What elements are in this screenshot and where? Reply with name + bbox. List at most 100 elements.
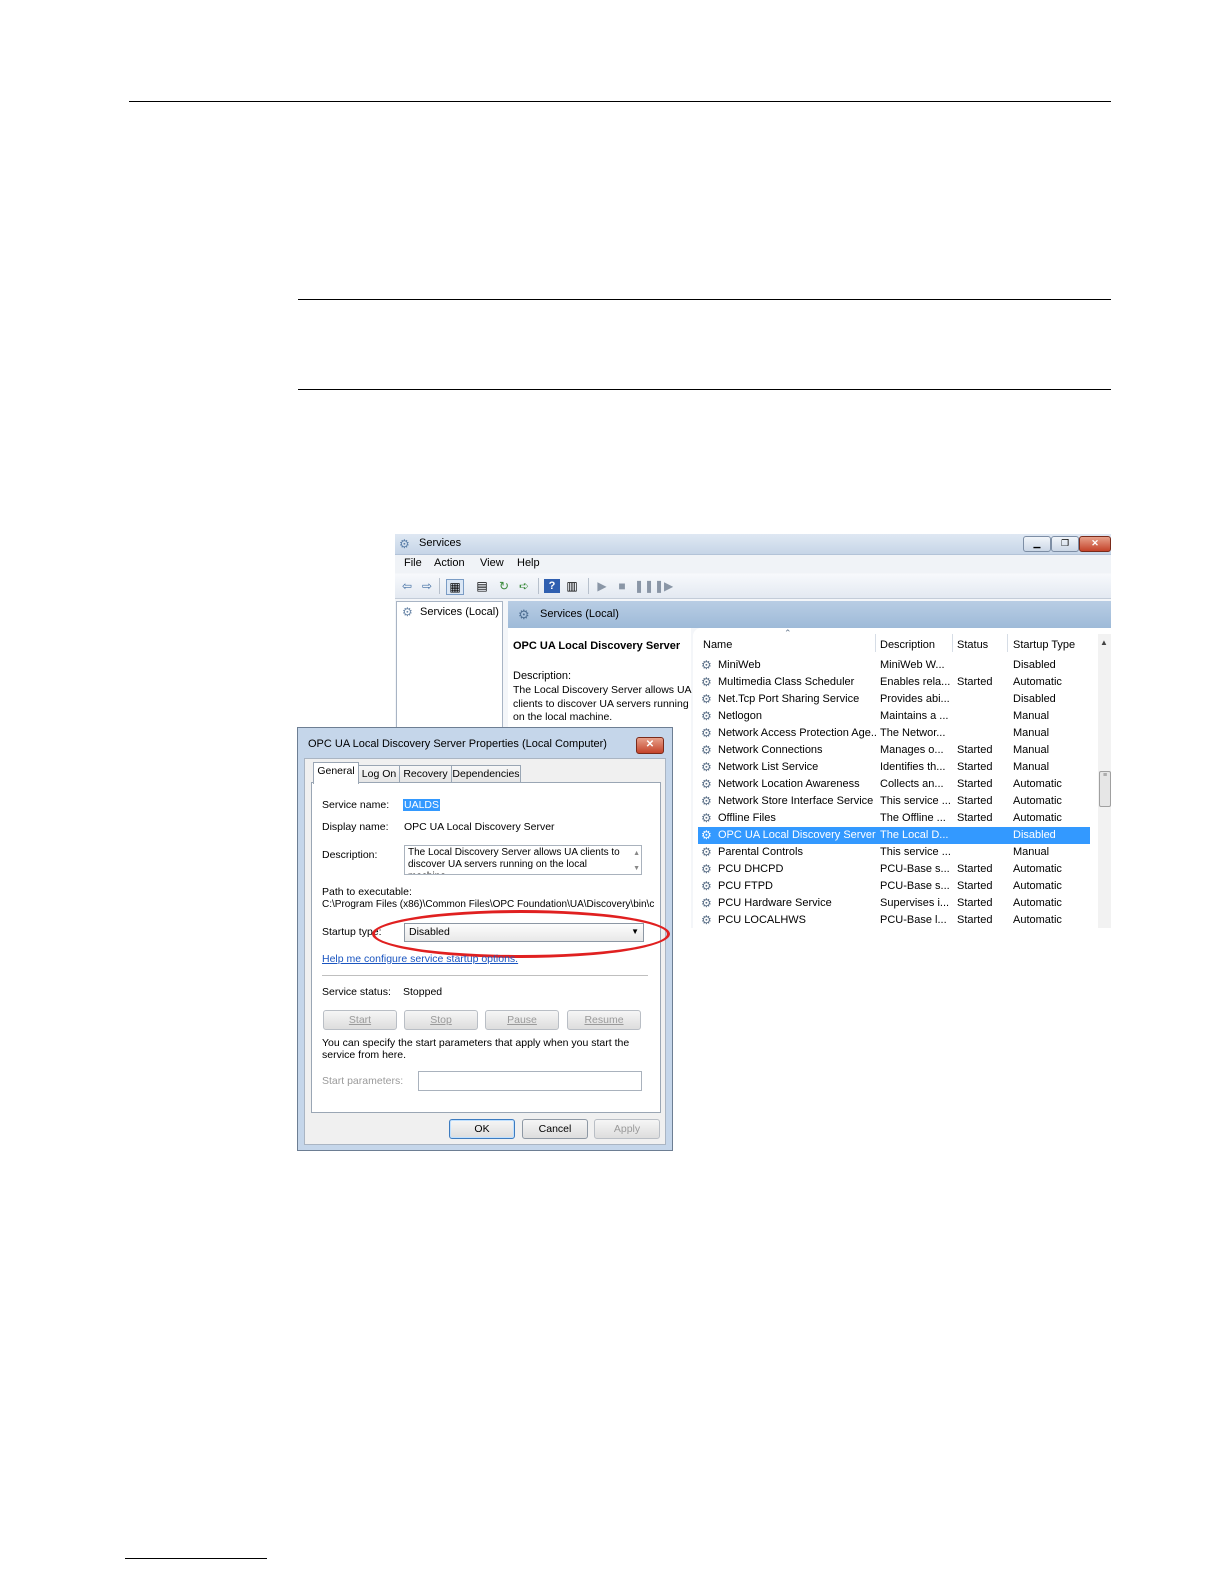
- service-row[interactable]: ⚙ Network Location Awareness Collects an..…: [698, 776, 1090, 793]
- service-name-cell: OPC UA Local Discovery Server: [718, 829, 876, 841]
- help-icon[interactable]: ?: [544, 579, 560, 593]
- service-name-cell: Parental Controls: [718, 846, 803, 858]
- service-description-cell: Collects an...: [880, 778, 944, 790]
- services-list: ⌃ Name Description Status Startup Type ⚙…: [693, 628, 1111, 928]
- service-description-cell: MiniWeb W...: [880, 659, 945, 671]
- service-gear-icon: ⚙: [701, 896, 712, 910]
- properties-icon[interactable]: ▤: [474, 579, 490, 593]
- service-description-cell: This service ...: [880, 795, 951, 807]
- service-row[interactable]: ⚙ PCU DHCPD PCU-Base s... Started Automatic: [698, 861, 1090, 878]
- stop-button[interactable]: Stop: [404, 1010, 478, 1030]
- tree-item-services-local[interactable]: Services (Local): [420, 606, 499, 618]
- action-pane-icon[interactable]: ▥: [564, 579, 580, 593]
- cancel-button[interactable]: Cancel: [522, 1119, 588, 1139]
- service-description-cell: PCU-Base l...: [880, 914, 947, 926]
- tab-general[interactable]: General: [313, 762, 359, 784]
- show-tree-icon[interactable]: ▦: [446, 579, 464, 595]
- service-row[interactable]: ⚙ Multimedia Class Scheduler Enables rela.…: [698, 674, 1090, 691]
- services-title-bar[interactable]: ⚙ Services ▁ ❐ ✕: [395, 534, 1111, 555]
- start-button-label: Start: [348, 1014, 372, 1026]
- scroll-up-icon[interactable]: ▲: [633, 848, 640, 860]
- minimize-button[interactable]: ▁: [1023, 536, 1051, 552]
- scroll-up-icon[interactable]: ▲: [1100, 638, 1108, 647]
- services-scrollbar[interactable]: ▲ ≡: [1098, 634, 1111, 928]
- service-description-cell: PCU-Base s...: [880, 880, 950, 892]
- tab-log-on[interactable]: Log On: [358, 765, 400, 783]
- pause-service-icon[interactable]: ❚❚: [634, 579, 654, 593]
- service-name-cell: Network Connections: [718, 744, 823, 756]
- restart-service-icon[interactable]: ❚▶: [654, 579, 673, 593]
- service-name-cell: Netlogon: [718, 710, 763, 722]
- ok-button[interactable]: OK: [449, 1119, 515, 1139]
- menu-help[interactable]: Help: [517, 557, 540, 569]
- menu-file[interactable]: File: [404, 557, 422, 569]
- service-gear-icon: ⚙: [701, 777, 712, 791]
- service-row[interactable]: ⚙ Network Store Interface Service This ser…: [698, 793, 1090, 810]
- service-name-cell: Net.Tcp Port Sharing Service: [718, 693, 860, 705]
- service-status-cell: Started: [957, 880, 993, 892]
- toolbar: ⇦ ⇨ ▦ ▤ ↻ ➪ ? ▥ ▶ ■ ❚❚ ❚▶: [395, 574, 1111, 599]
- service-row[interactable]: ⚙ Offline Files The Offline ... Started Auto…: [698, 810, 1090, 827]
- restore-button[interactable]: ❐: [1051, 536, 1079, 552]
- service-row[interactable]: ⚙ PCU LOCALHWS PCU-Base l... Started Automat…: [698, 912, 1090, 928]
- service-row[interactable]: ⚙ Network Access Protection Age... The Net…: [698, 725, 1090, 742]
- start-parameters-hint: You can specify the start parameters tha…: [322, 1037, 630, 1061]
- service-gear-icon: ⚙: [701, 709, 712, 723]
- column-header-name[interactable]: Name: [703, 639, 732, 651]
- description-label: Description:: [513, 670, 572, 682]
- description-field-text: The Local Discovery Server allows UA cli…: [408, 847, 620, 874]
- menu-action[interactable]: Action: [434, 557, 465, 569]
- pause-button[interactable]: Pause: [485, 1010, 559, 1030]
- start-service-icon[interactable]: ▶: [594, 579, 610, 593]
- display-name-label: Display name:: [322, 821, 389, 833]
- column-header-description[interactable]: Description: [880, 639, 935, 651]
- service-row[interactable]: ⚙ OPC UA Local Discovery Server The Local …: [698, 827, 1090, 844]
- services-gear-icon: ⚙: [518, 607, 530, 622]
- service-gear-icon: ⚙: [701, 692, 712, 706]
- service-row[interactable]: ⚙ Parental Controls This service ... Manual: [698, 844, 1090, 861]
- scroll-thumb[interactable]: ≡: [1099, 771, 1111, 807]
- service-status-cell: Started: [957, 676, 993, 688]
- service-row[interactable]: ⚙ Network Connections Manages o... Started M…: [698, 742, 1090, 759]
- export-list-icon[interactable]: ➪: [516, 579, 532, 593]
- services-window-title: Services: [419, 537, 462, 549]
- service-row[interactable]: ⚙ MiniWeb MiniWeb W... Disabled: [698, 657, 1090, 674]
- stop-service-icon[interactable]: ■: [614, 579, 630, 593]
- service-gear-icon: ⚙: [701, 862, 712, 876]
- service-startup-cell: Disabled: [1013, 659, 1056, 671]
- services-gear-icon: ⚙: [402, 605, 413, 619]
- startup-type-label: Startup type:: [322, 926, 382, 938]
- start-button[interactable]: Start: [323, 1010, 397, 1030]
- column-header-startup-type[interactable]: Startup Type: [1013, 639, 1075, 651]
- service-row[interactable]: ⚙ PCU Hardware Service Supervises i... Star…: [698, 895, 1090, 912]
- service-row[interactable]: ⚙ Network List Service Identifies th... Sta…: [698, 759, 1090, 776]
- apply-button[interactable]: Apply: [594, 1119, 660, 1139]
- service-row[interactable]: ⚙ Netlogon Maintains a ... Manual: [698, 708, 1090, 725]
- service-gear-icon: ⚙: [701, 794, 712, 808]
- resume-button[interactable]: Resume: [567, 1010, 641, 1030]
- menu-view[interactable]: View: [480, 557, 504, 569]
- close-button[interactable]: ✕: [1079, 536, 1111, 552]
- service-status-label: Service status:: [322, 986, 391, 998]
- scroll-down-icon[interactable]: ▼: [633, 863, 640, 874]
- refresh-icon[interactable]: ↻: [496, 579, 512, 593]
- description-field[interactable]: The Local Discovery Server allows UA cli…: [404, 845, 642, 875]
- column-header-status[interactable]: Status: [957, 639, 988, 651]
- service-row[interactable]: ⚙ PCU FTPD PCU-Base s... Started Automatic: [698, 878, 1090, 895]
- tab-recovery[interactable]: Recovery: [399, 765, 452, 783]
- service-gear-icon: ⚙: [701, 879, 712, 893]
- service-startup-cell: Manual: [1013, 727, 1050, 739]
- display-name-field[interactable]: OPC UA Local Discovery Server: [404, 821, 555, 833]
- startup-type-select[interactable]: Disabled ▼: [404, 923, 644, 942]
- service-description-cell: This service ...: [880, 846, 951, 858]
- service-row[interactable]: ⚙ Net.Tcp Port Sharing Service Provides ab…: [698, 691, 1090, 708]
- back-icon[interactable]: ⇦: [399, 579, 415, 593]
- forward-icon[interactable]: ⇨: [419, 579, 435, 593]
- chevron-down-icon: ▼: [631, 927, 639, 936]
- tab-dependencies[interactable]: Dependencies: [451, 765, 521, 783]
- services-app-icon: ⚙: [399, 537, 410, 551]
- start-parameters-input[interactable]: [418, 1071, 642, 1091]
- help-configure-link[interactable]: Help me configure service startup option…: [322, 953, 518, 965]
- service-name-value[interactable]: UALDS: [403, 799, 441, 811]
- dialog-close-button[interactable]: ✕: [636, 737, 664, 754]
